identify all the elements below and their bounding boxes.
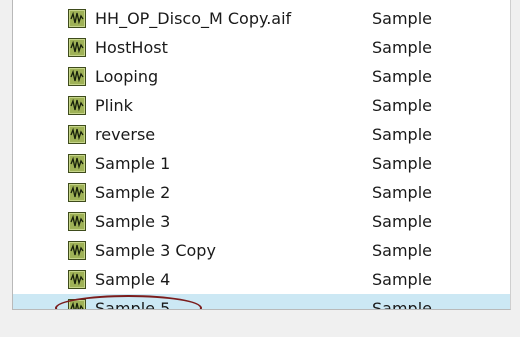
file-row[interactable]: Looping Sample: [13, 62, 510, 91]
file-row[interactable]: HostHost Sample: [13, 33, 510, 62]
file-kind: Sample: [372, 67, 432, 86]
file-kind: Sample: [372, 38, 432, 57]
audio-sample-file-icon: [68, 96, 86, 115]
file-row[interactable]: Plink Sample: [13, 91, 510, 120]
file-kind: Sample: [372, 183, 432, 202]
file-row[interactable]: Sample 3 Sample: [13, 207, 510, 236]
file-browser-window: HH_OP_Disco_M Copy.aif Sample HostHost S…: [0, 0, 520, 337]
audio-sample-file-icon: [68, 212, 86, 231]
file-name: Sample 5: [95, 299, 171, 310]
file-name: reverse: [95, 125, 156, 144]
file-row[interactable]: HH_OP_Disco_M Copy.aif Sample: [13, 4, 510, 33]
file-list-pane: HH_OP_Disco_M Copy.aif Sample HostHost S…: [12, 0, 511, 310]
file-kind: Sample: [372, 96, 432, 115]
file-name: Sample 4: [95, 270, 171, 289]
file-name: Looping: [95, 67, 159, 86]
audio-sample-file-icon: [68, 299, 86, 309]
file-name: Sample 3: [95, 212, 171, 231]
file-row[interactable]: Sample 1 Sample: [13, 149, 510, 178]
audio-sample-file-icon: [68, 241, 86, 260]
file-name: Plink: [95, 96, 133, 115]
file-row[interactable]: Sample 2 Sample: [13, 178, 510, 207]
file-kind: Sample: [372, 9, 432, 28]
file-name: HH_OP_Disco_M Copy.aif: [95, 9, 292, 28]
file-kind: Sample: [372, 299, 432, 310]
audio-sample-file-icon: [68, 67, 86, 86]
file-row[interactable]: reverse Sample: [13, 120, 510, 149]
audio-sample-file-icon: [68, 154, 86, 173]
file-name: Sample 1: [95, 154, 171, 173]
file-name: HostHost: [95, 38, 168, 57]
file-kind: Sample: [372, 270, 432, 289]
file-row-selected[interactable]: Sample 5 Sample: [13, 294, 510, 310]
file-kind: Sample: [372, 212, 432, 231]
file-name: Sample 3 Copy: [95, 241, 216, 260]
audio-sample-file-icon: [68, 183, 86, 202]
file-row[interactable]: Sample 3 Copy Sample: [13, 236, 510, 265]
audio-sample-file-icon: [68, 125, 86, 144]
file-kind: Sample: [372, 125, 432, 144]
file-row[interactable]: Sample 4 Sample: [13, 265, 510, 294]
file-kind: Sample: [372, 241, 432, 260]
file-kind: Sample: [372, 154, 432, 173]
audio-sample-file-icon: [68, 270, 86, 289]
file-name: Sample 2: [95, 183, 171, 202]
audio-sample-file-icon: [68, 9, 86, 28]
audio-sample-file-icon: [68, 38, 86, 57]
